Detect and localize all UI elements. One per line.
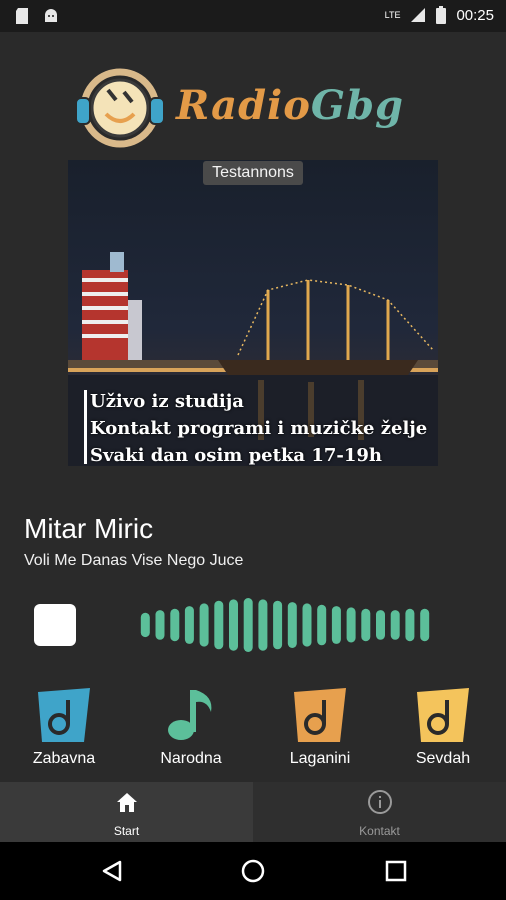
visualizer-bar (420, 608, 430, 642)
app-logo: RadioGbg (70, 62, 440, 152)
audio-visualizer (140, 598, 430, 652)
visualizer-bar (317, 604, 327, 646)
category-label: Narodna (160, 750, 222, 767)
network-type: LTE (384, 10, 401, 20)
sd-card-icon (16, 8, 28, 24)
song-title: Voli Me Danas Vise Nego Juce (24, 552, 244, 569)
visualizer-bar (346, 607, 356, 643)
category-label: Zabavna (32, 750, 96, 767)
visualizer-bar (184, 606, 194, 644)
app-name-part1: Radio (176, 82, 311, 129)
visualizer-bar (199, 603, 209, 647)
visualizer-bar (361, 608, 371, 642)
status-bar: LTE 00:25 (0, 0, 506, 32)
info-icon (368, 790, 392, 814)
visualizer-bar (170, 608, 180, 642)
banner-line: Svaki dan osim petka 17-19h (90, 445, 382, 466)
visualizer-bar (302, 603, 312, 647)
visualizer-bar (287, 602, 297, 648)
banner-accent-bar (84, 390, 87, 464)
music-note-icon (417, 688, 469, 742)
home-circle-icon[interactable] (240, 858, 266, 884)
bottom-navigation: Start Kontakt (0, 782, 506, 842)
tab-kontakt[interactable]: Kontakt (253, 782, 506, 842)
android-debug-icon (45, 9, 57, 22)
tab-start[interactable]: Start (0, 782, 253, 842)
back-icon[interactable] (100, 859, 124, 883)
visualizer-bar (331, 606, 341, 644)
status-time: 00:25 (456, 6, 494, 24)
visualizer-bar (405, 608, 415, 642)
music-note-icon (38, 688, 90, 742)
home-icon (117, 793, 137, 812)
visualizer-bar (229, 599, 238, 651)
visualizer-bar (243, 598, 253, 652)
visualizer-bar (273, 600, 283, 650)
visualizer-bar (258, 599, 268, 651)
visualizer-bar (155, 610, 165, 640)
app-name-part2: Gbg (310, 82, 405, 129)
app-name: RadioGbg (176, 82, 404, 129)
system-navigation-bar (0, 842, 506, 900)
battery-icon (436, 6, 447, 24)
stop-button[interactable] (34, 604, 76, 646)
recents-icon[interactable] (385, 860, 407, 882)
banner-line: Kontakt programi i muzičke želje (90, 418, 428, 439)
music-note-icon (294, 688, 346, 742)
ad-label: Testannons (203, 161, 303, 185)
signal-icon (411, 8, 426, 22)
visualizer-bar (390, 610, 400, 640)
music-note-icon (168, 690, 212, 740)
banner-line: Uživo iz studija (90, 391, 244, 412)
tab-label: Start (113, 824, 140, 838)
tab-label: Kontakt (359, 824, 400, 838)
visualizer-bar (214, 600, 224, 650)
visualizer-bar (376, 610, 385, 640)
headphone-face-icon (75, 68, 165, 148)
category-label: Laganini (289, 750, 351, 767)
artist-name: Mitar Miric (24, 513, 154, 544)
banner-text: Uživo iz studija Kontakt programi i muzi… (90, 388, 427, 469)
category-label: Sevdah (415, 750, 471, 767)
visualizer-bar (140, 612, 150, 638)
